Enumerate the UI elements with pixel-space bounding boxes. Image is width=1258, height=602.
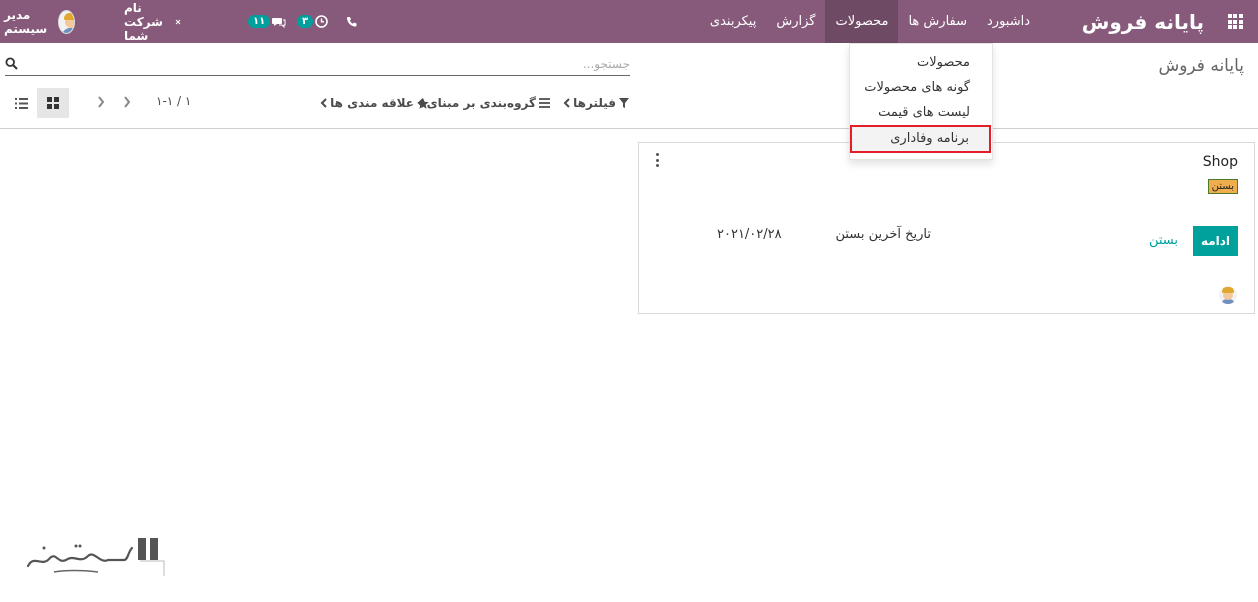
messages-badge: ۱۱ <box>248 15 271 28</box>
clock-icon <box>315 15 328 28</box>
caret-left-icon <box>563 98 570 108</box>
chevron-right-icon <box>124 96 131 108</box>
dropdown-item-product-variants[interactable]: گونه های محصولات <box>850 76 992 100</box>
messages-button[interactable]: ۱۱ <box>248 0 286 43</box>
pager-previous-button[interactable] <box>94 93 108 111</box>
bars-icon <box>539 98 550 108</box>
close-session-link[interactable]: بستن <box>1149 233 1178 248</box>
menu-item-reporting[interactable]: گزارش <box>766 0 825 43</box>
menu-item-products[interactable]: محصولات <box>825 0 899 43</box>
favorites-button[interactable]: علاقه مندی ها <box>320 94 429 112</box>
dropdown-item-pricelists[interactable]: لیست های قیمت <box>850 101 992 125</box>
groupby-button[interactable]: گروه‌بندی بر مبنای <box>417 94 550 112</box>
card-title: Shop <box>1202 154 1238 170</box>
pos-config-card[interactable]: Shop بستن ادامه بستن تاریخ آخرین بستن ۲۰… <box>638 142 1255 314</box>
ellipsis-v-icon <box>655 153 659 156</box>
search-icon[interactable] <box>5 57 18 70</box>
company-name: نام شرکت شما <box>124 0 163 43</box>
pager-next-button[interactable] <box>120 93 134 111</box>
filters-button[interactable]: فیلترها <box>563 94 629 112</box>
menu-item-orders[interactable]: سفارش ها <box>898 0 977 43</box>
search-input[interactable] <box>25 54 630 74</box>
favorites-label: علاقه مندی ها <box>330 96 414 110</box>
search-bar <box>5 52 630 76</box>
chat-icon <box>272 17 286 28</box>
products-dropdown-menu: محصولات گونه های محصولات لیست های قیمت ب… <box>849 43 993 160</box>
status-badge: بستن <box>1207 179 1238 194</box>
grid-icon <box>1227 14 1243 29</box>
phone-button[interactable] <box>346 0 357 43</box>
filter-icon <box>619 98 629 108</box>
last-closing-date-value: ۲۰۲۱/۰۲/۲۸ <box>717 227 782 242</box>
control-panel-divider <box>0 128 1258 129</box>
dropdown-item-loyalty-program[interactable]: برنامه وفاداری <box>850 125 991 153</box>
list-icon <box>14 97 28 109</box>
apps-menu-button[interactable] <box>1220 0 1250 43</box>
responsible-avatar <box>1219 286 1237 304</box>
resume-session-button[interactable]: ادامه <box>1193 226 1238 256</box>
list-view-button[interactable] <box>5 88 37 118</box>
user-avatar <box>58 9 76 34</box>
main-navbar: پایانه فروش داشبورد سفارش ها محصولات گزا… <box>0 0 1258 43</box>
breadcrumb[interactable]: پایانه فروش <box>1158 56 1244 76</box>
company-switcher[interactable]: نام شرکت شما <box>124 0 181 43</box>
kanban-view-button[interactable] <box>37 88 69 118</box>
activities-button[interactable]: ۳ <box>297 0 328 43</box>
th-large-icon <box>47 97 59 109</box>
user-menu[interactable]: مدیر سیستم <box>4 0 76 43</box>
star-icon <box>417 97 429 109</box>
dropdown-item-products[interactable]: محصولات <box>850 51 992 75</box>
activities-badge: ۳ <box>297 15 314 28</box>
last-closing-date-label: تاریخ آخرین بستن <box>835 227 931 242</box>
watermark-logo <box>26 538 165 576</box>
app-brand[interactable]: پایانه فروش <box>1082 0 1204 43</box>
filters-label: فیلترها <box>573 96 616 110</box>
chevron-right-icon <box>98 96 105 108</box>
phone-icon <box>347 17 357 27</box>
caret-left-icon <box>320 98 327 108</box>
tools-icon <box>175 19 181 24</box>
top-menu: داشبورد سفارش ها محصولات گزارش پیکربندی <box>700 0 1040 43</box>
menu-item-configuration[interactable]: پیکربندی <box>700 0 766 43</box>
pager-value[interactable]: ۱-۱ / ۱ <box>156 94 191 108</box>
user-name: مدیر سیستم <box>4 7 48 36</box>
card-dropdown-toggle[interactable] <box>654 153 660 167</box>
groupby-label: گروه‌بندی بر مبنای <box>426 96 536 110</box>
menu-item-dashboard[interactable]: داشبورد <box>977 0 1040 43</box>
